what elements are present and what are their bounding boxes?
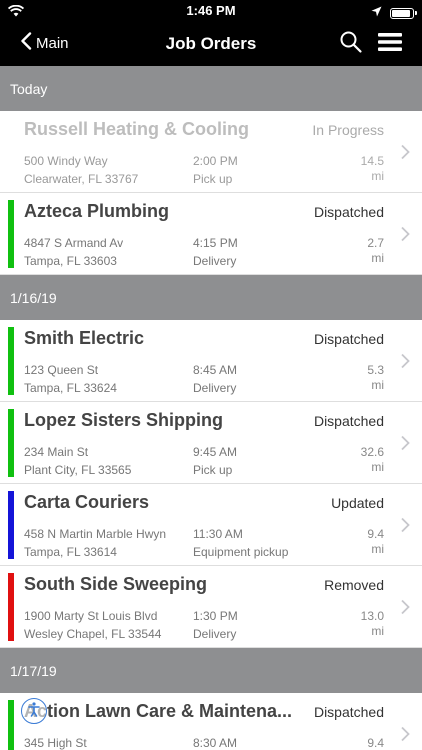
status-color-bar [8, 327, 14, 395]
location-arrow-icon [371, 4, 382, 22]
job-address-city: Clearwater, FL 33767 [24, 172, 139, 186]
job-name: Smith Electric [24, 328, 145, 348]
job-status: Dispatched [313, 704, 384, 720]
accessibility-icon [26, 701, 42, 722]
job-address-city: Wesley Chapel, FL 33544 [24, 627, 162, 641]
job-address-street: 234 Main St [24, 445, 89, 459]
job-address-street: 123 Queen St [24, 363, 99, 377]
job-distance: 9.4 mi [367, 527, 384, 556]
job-time: 9:45 AM [193, 445, 238, 459]
chevron-right-icon [400, 353, 410, 369]
search-button[interactable] [339, 30, 363, 54]
job-order-list: Today Russell Heating & Cooling In Progr… [0, 66, 422, 750]
job-type: Pick up [193, 172, 233, 186]
chevron-left-icon [20, 32, 32, 54]
job-address-street: 345 High St [24, 736, 87, 750]
job-distance: 14.5 mi [360, 154, 384, 183]
job-status: Dispatched [313, 413, 384, 429]
job-address-street: 500 Windy Way [24, 154, 108, 168]
job-name: Russell Heating & Cooling [24, 119, 250, 139]
chevron-right-icon [400, 726, 410, 742]
status-bar: 1:46 PM [0, 0, 422, 22]
back-button[interactable]: Main [20, 32, 69, 54]
chevron-right-icon [400, 226, 410, 242]
job-address-city: Tampa, FL 33603 [24, 254, 117, 268]
status-color-bar [8, 491, 14, 559]
chevron-right-icon [400, 517, 410, 533]
job-type: Delivery [193, 381, 237, 395]
chevron-right-icon [400, 435, 410, 451]
job-address-city: Plant City, FL 33565 [24, 463, 132, 477]
job-name: Carta Couriers [24, 492, 150, 512]
job-order-row[interactable]: Action Lawn Care & Maintena... Dispatche… [0, 693, 422, 750]
chevron-right-icon [400, 144, 410, 160]
status-icons [371, 4, 417, 22]
job-order-row[interactable]: South Side Sweeping Removed 1900 Marty S… [0, 566, 422, 648]
job-distance: 32.6 mi [360, 445, 384, 474]
job-order-row[interactable]: Azteca Plumbing Dispatched 4847 S Armand… [0, 193, 422, 275]
job-order-row[interactable]: Smith Electric Dispatched 123 Queen St T… [0, 320, 422, 402]
section-header-today: Today [0, 66, 422, 111]
job-type: Pick up [193, 463, 233, 477]
job-time: 8:45 AM [193, 363, 238, 377]
job-name: South Side Sweeping [24, 574, 208, 594]
job-time: 11:30 AM [193, 527, 243, 541]
search-icon [339, 31, 363, 58]
chevron-right-icon [400, 599, 410, 615]
status-color-bar [8, 573, 14, 641]
accessibility-button[interactable] [21, 698, 47, 724]
job-status: Removed [324, 577, 384, 593]
job-address-city: Tampa, FL 33624 [24, 381, 117, 395]
job-distance: 5.3 mi [367, 363, 384, 392]
job-status: In Progress [312, 122, 384, 138]
menu-button[interactable] [376, 30, 404, 54]
back-button-label: Main [36, 34, 69, 52]
job-distance: 2.7 mi [367, 236, 384, 265]
job-type: Equipment pickup [193, 545, 289, 559]
job-name: Azteca Plumbing [24, 201, 170, 221]
section-header-date: 1/17/19 [0, 648, 422, 693]
job-order-row[interactable]: Lopez Sisters Shipping Dispatched 234 Ma… [0, 402, 422, 484]
job-address-city: Tampa, FL 33614 [24, 545, 117, 559]
status-time: 1:46 PM [186, 3, 236, 18]
job-time: 1:30 PM [193, 609, 238, 623]
job-address-street: 1900 Marty St Louis Blvd [24, 609, 158, 623]
job-status: Dispatched [313, 204, 384, 220]
section-header-date: 1/16/19 [0, 275, 422, 320]
job-distance: 9.4 [367, 736, 384, 750]
job-type: Delivery [193, 627, 237, 641]
status-color-bar [8, 200, 14, 268]
job-order-row[interactable]: Carta Couriers Updated 458 N Martin Marb… [0, 484, 422, 566]
nav-bar: Main Job Orders [0, 22, 422, 66]
job-status: Dispatched [313, 331, 384, 347]
header: 1:46 PM Main Job Orders [0, 0, 422, 66]
battery-icon [390, 7, 417, 19]
hamburger-icon [376, 33, 404, 58]
job-type: Delivery [193, 254, 237, 268]
job-time: 4:15 PM [193, 236, 238, 250]
job-time: 2:00 PM [193, 154, 238, 168]
job-address-street: 4847 S Armand Av [24, 236, 124, 250]
job-time: 8:30 AM [193, 736, 238, 750]
job-order-row[interactable]: Russell Heating & Cooling In Progress 50… [0, 111, 422, 193]
job-status: Updated [331, 495, 384, 511]
status-color-bar [8, 700, 14, 750]
job-address-street: 458 N Martin Marble Hwyn [24, 527, 167, 541]
job-distance: 13.0 mi [360, 609, 384, 638]
status-color-bar [8, 409, 14, 477]
job-name: Lopez Sisters Shipping [24, 410, 224, 430]
job-name: Action Lawn Care & Maintena... [24, 701, 293, 721]
